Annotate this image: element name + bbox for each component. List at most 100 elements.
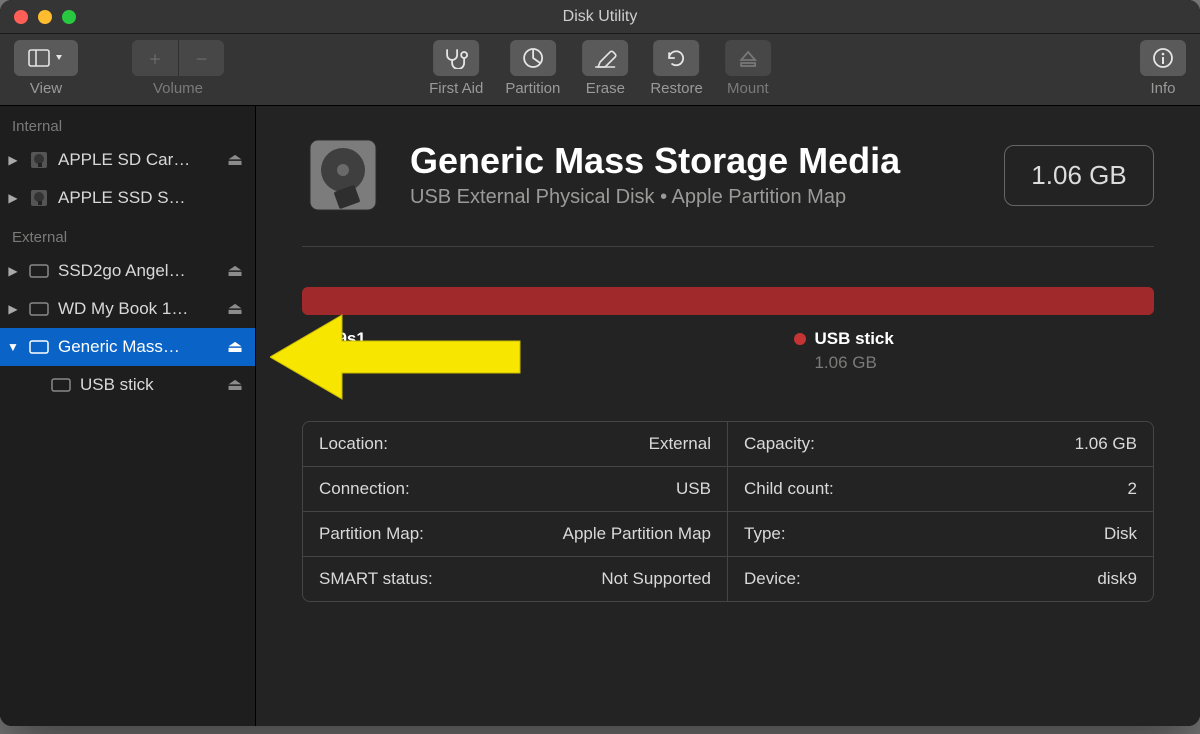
mount-group: Mount xyxy=(725,40,771,97)
view-label: View xyxy=(30,80,62,97)
info-value: Not Supported xyxy=(601,569,711,589)
eject-icon[interactable]: ⏏ xyxy=(227,299,247,319)
firstaid-group: First Aid xyxy=(429,40,483,97)
eject-icon[interactable]: ⏏ xyxy=(227,261,247,281)
window-title: Disk Utility xyxy=(0,8,1200,26)
info-row-childcount: Child count: 2 xyxy=(728,466,1153,511)
info-row-partitionmap: Partition Map: Apple Partition Map xyxy=(303,511,728,556)
info-button[interactable] xyxy=(1140,40,1186,76)
volume-remove-button: － xyxy=(178,40,224,76)
info-key: Child count: xyxy=(744,479,834,499)
partition-legend: k9s1 32 KB USB stick 1.06 GB xyxy=(302,329,1154,373)
sidebar-item-label: SSD2go Angel… xyxy=(58,261,227,281)
info-row-smart: SMART status: Not Supported xyxy=(303,556,728,601)
piechart-icon xyxy=(521,46,545,70)
disk-header: Generic Mass Storage Media USB External … xyxy=(302,134,1154,216)
external-disk-icon xyxy=(28,298,50,320)
titlebar: Disk Utility xyxy=(0,0,1200,34)
window-controls xyxy=(0,10,76,24)
view-button[interactable] xyxy=(14,40,78,76)
restore-icon xyxy=(665,46,689,70)
partition-legend-item: USB stick 1.06 GB xyxy=(794,329,893,373)
partition-label: Partition xyxy=(505,80,560,97)
firstaid-label: First Aid xyxy=(429,80,483,97)
info-value: Disk xyxy=(1104,524,1137,544)
disclosure-icon[interactable]: ▼ xyxy=(6,340,20,354)
main: Internal ▶ APPLE SD Car… ⏏ ▶ APPLE SSD S… xyxy=(0,106,1200,726)
volume-label: Volume xyxy=(153,80,203,97)
volume-icon xyxy=(50,374,72,396)
stethoscope-icon xyxy=(443,47,469,69)
volume-group: ＋ － Volume xyxy=(132,40,224,97)
volume-add-button: ＋ xyxy=(132,40,178,76)
zoom-icon[interactable] xyxy=(62,10,76,24)
sidebar-item-label: WD My Book 1… xyxy=(58,299,227,319)
info-row-device: Device: disk9 xyxy=(728,556,1153,601)
sidebar-section-internal: Internal xyxy=(0,114,255,141)
info-key: Connection: xyxy=(319,479,410,499)
volume-segmented: ＋ － xyxy=(132,40,224,76)
divider xyxy=(302,246,1154,247)
disclosure-icon[interactable]: ▶ xyxy=(6,191,20,205)
info-key: Device: xyxy=(744,569,801,589)
minimize-icon[interactable] xyxy=(38,10,52,24)
sidebar-item-label: APPLE SSD S… xyxy=(58,188,247,208)
info-key: Capacity: xyxy=(744,434,815,454)
partition-group: Partition xyxy=(505,40,560,97)
disclosure-icon[interactable]: ▶ xyxy=(6,302,20,316)
partition-size: 32 KB xyxy=(328,353,374,373)
eraser-icon xyxy=(592,47,618,69)
sidebar-item-ssd2go[interactable]: ▶ SSD2go Angel… ⏏ xyxy=(0,252,255,290)
sidebar-item-label: Generic Mass… xyxy=(58,337,227,357)
sidebar-section-external: External xyxy=(0,225,255,252)
firstaid-button[interactable] xyxy=(433,40,479,76)
info-value: 2 xyxy=(1128,479,1137,499)
erase-button[interactable] xyxy=(582,40,628,76)
sidebar-item-label: APPLE SD Car… xyxy=(58,150,227,170)
disclosure-icon[interactable]: ▶ xyxy=(6,264,20,278)
info-row-capacity: Capacity: 1.06 GB xyxy=(728,422,1153,466)
restore-button[interactable] xyxy=(654,40,700,76)
info-value: disk9 xyxy=(1097,569,1137,589)
info-icon xyxy=(1151,46,1175,70)
erase-label: Erase xyxy=(586,80,625,97)
disclosure-icon[interactable]: ▶ xyxy=(6,153,20,167)
sidebar-item-usb-stick[interactable]: ▶ USB stick ⏏ xyxy=(0,366,255,404)
disk-info-table: Location: External Capacity: 1.06 GB Con… xyxy=(302,421,1154,602)
info-key: Type: xyxy=(744,524,786,544)
sidebar-icon xyxy=(28,49,64,67)
external-disk-icon xyxy=(28,260,50,282)
disk-large-icon xyxy=(302,134,384,216)
close-icon[interactable] xyxy=(14,10,28,24)
sidebar-item-apple-ssd[interactable]: ▶ APPLE SSD S… xyxy=(0,179,255,217)
eject-icon[interactable]: ⏏ xyxy=(227,150,247,170)
restore-label: Restore xyxy=(650,80,703,97)
internal-disk-icon xyxy=(28,149,50,171)
info-key: Partition Map: xyxy=(319,524,424,544)
partition-name: k9s1 xyxy=(308,329,374,349)
partition-button[interactable] xyxy=(510,40,556,76)
eject-icon[interactable]: ⏏ xyxy=(227,337,247,357)
partition-size: 1.06 GB xyxy=(814,353,893,373)
sidebar-item-wd-mybook[interactable]: ▶ WD My Book 1… ⏏ xyxy=(0,290,255,328)
eject-icon[interactable]: ⏏ xyxy=(227,375,247,395)
info-value: External xyxy=(649,434,711,454)
capacity-badge: 1.06 GB xyxy=(1004,145,1154,206)
info-key: SMART status: xyxy=(319,569,433,589)
view-group: View xyxy=(14,40,78,97)
mount-icon xyxy=(737,47,759,69)
disk-utility-window: Disk Utility View ＋ － Volume xyxy=(0,0,1200,726)
sidebar-item-generic-mass[interactable]: ▼ Generic Mass… ⏏ xyxy=(0,328,255,366)
disk-name: Generic Mass Storage Media xyxy=(410,141,978,181)
disk-detail: Generic Mass Storage Media USB External … xyxy=(256,106,1200,726)
mount-label: Mount xyxy=(727,80,769,97)
partition-bar[interactable] xyxy=(302,287,1154,315)
sidebar-item-label: USB stick xyxy=(80,375,227,395)
sidebar-item-apple-sd[interactable]: ▶ APPLE SD Car… ⏏ xyxy=(0,141,255,179)
info-key: Location: xyxy=(319,434,388,454)
info-row-location: Location: External xyxy=(303,422,728,466)
info-value: 1.06 GB xyxy=(1075,434,1137,454)
restore-group: Restore xyxy=(650,40,703,97)
external-disk-icon xyxy=(28,336,50,358)
info-value: USB xyxy=(676,479,711,499)
